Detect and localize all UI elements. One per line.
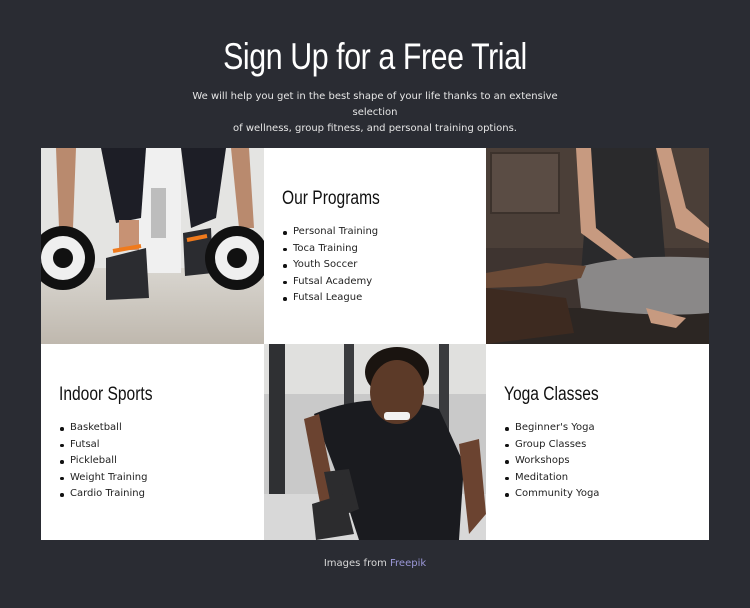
list-item: Meditation <box>504 470 691 487</box>
our-programs-title: Our Programs <box>282 188 380 209</box>
indoor-sports-title: Indoor Sports <box>59 384 153 405</box>
image-credit: Images from Freepik <box>0 558 750 569</box>
list-item: Weight Training <box>59 470 246 487</box>
freepik-link[interactable]: Freepik <box>390 558 426 569</box>
yoga-image <box>486 148 709 344</box>
subtitle-line-1: We will help you get in the best shape o… <box>192 91 558 118</box>
page-subtitle: We will help you get in the best shape o… <box>175 89 575 137</box>
list-item: Pickleball <box>59 453 246 470</box>
yoga-classes-card: Yoga Classes Beginner's Yoga Group Class… <box>486 344 709 540</box>
yoga-classes-list: Beginner's Yoga Group Classes Workshops … <box>504 420 691 503</box>
list-item: Workshops <box>504 453 691 470</box>
our-programs-list: Personal Training Toca Training Youth So… <box>282 224 468 307</box>
list-item: Futsal <box>59 437 246 454</box>
subtitle-line-2: of wellness, group fitness, and personal… <box>233 123 517 134</box>
list-item: Youth Soccer <box>282 257 468 274</box>
list-item: Basketball <box>59 420 246 437</box>
dumbbells-image <box>41 148 264 344</box>
list-item: Beginner's Yoga <box>504 420 691 437</box>
programs-grid: Our Programs Personal Training Toca Trai… <box>41 148 709 540</box>
list-item: Cardio Training <box>59 486 246 503</box>
list-item: Futsal League <box>282 290 468 307</box>
our-programs-card: Our Programs Personal Training Toca Trai… <box>264 148 486 344</box>
weightlifter-image <box>264 344 486 540</box>
page-title: Sign Up for a Free Trial <box>223 36 527 77</box>
list-item: Futsal Academy <box>282 274 468 291</box>
list-item: Group Classes <box>504 437 691 454</box>
yoga-classes-title: Yoga Classes <box>504 384 599 405</box>
list-item: Community Yoga <box>504 486 691 503</box>
indoor-sports-list: Basketball Futsal Pickleball Weight Trai… <box>59 420 246 503</box>
image-credit-prefix: Images from <box>323 558 391 569</box>
list-item: Toca Training <box>282 241 468 258</box>
indoor-sports-card: Indoor Sports Basketball Futsal Pickleba… <box>41 344 264 540</box>
list-item: Personal Training <box>282 224 468 241</box>
